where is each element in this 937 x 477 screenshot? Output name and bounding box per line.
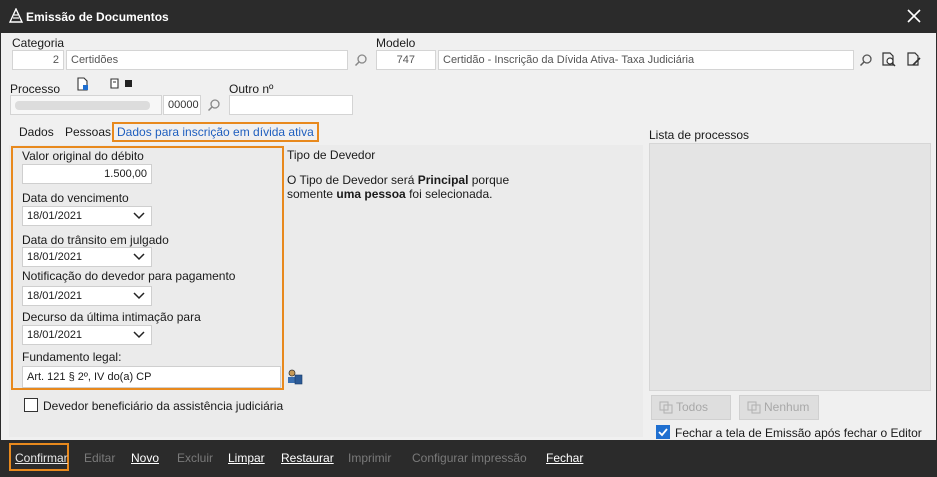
imprimir-button[interactable]: Imprimir xyxy=(348,451,391,465)
tipo-devedor-title: Tipo de Devedor xyxy=(287,148,376,162)
select-all-icon xyxy=(659,401,673,414)
search-icon[interactable] xyxy=(354,53,368,67)
processo-suffix-field[interactable]: 00000 xyxy=(163,95,201,115)
beneficiario-label: Devedor beneficiário da assistência judi… xyxy=(43,399,284,413)
fundamento-label: Fundamento legal: xyxy=(22,350,122,364)
fechar-editor-label: Fechar a tela de Emissão após fechar o E… xyxy=(675,426,922,440)
valor-original-label: Valor original do débito xyxy=(22,149,144,163)
novo-button[interactable]: Novo xyxy=(131,451,159,465)
data-vencimento-picker[interactable]: 18/01/2021 xyxy=(22,206,152,226)
data-transito-label: Data do trânsito em julgado xyxy=(22,233,169,247)
dialog-client-area: Categoria 2 Certidões Modelo 747 Certidã… xyxy=(1,33,936,440)
tipo-devedor-text: O Tipo de Devedor será xyxy=(287,173,418,187)
lista-processos-list[interactable] xyxy=(649,143,931,391)
search-icon[interactable] xyxy=(207,98,221,112)
document-search-icon[interactable] xyxy=(881,51,897,68)
categoria-name-field[interactable]: Certidões xyxy=(66,50,348,70)
tipo-devedor-text: somente xyxy=(287,187,337,201)
search-icon[interactable] xyxy=(859,53,873,67)
window-title: Emissão de Documentos xyxy=(26,10,169,24)
nenhum-button[interactable]: Nenhum xyxy=(739,395,819,420)
decurso-picker[interactable]: 18/01/2021 xyxy=(22,325,152,345)
decurso-value: 18/01/2021 xyxy=(27,329,83,341)
data-transito-value: 18/01/2021 xyxy=(27,251,83,263)
configurar-impressao-button[interactable]: Configurar impressão xyxy=(412,451,527,465)
select-none-icon xyxy=(747,401,761,414)
title-bar: Emissão de Documentos xyxy=(0,0,937,33)
beneficiario-checkbox[interactable] xyxy=(24,398,38,412)
tab-dados[interactable]: Dados xyxy=(19,125,54,139)
modelo-label: Modelo xyxy=(376,36,416,50)
tipo-devedor-text: foi selecionada. xyxy=(405,187,493,201)
tipo-devedor-text: porque xyxy=(468,173,510,187)
todos-button[interactable]: Todos xyxy=(651,395,731,420)
modelo-code-field[interactable]: 747 xyxy=(376,50,436,70)
close-icon[interactable] xyxy=(905,7,923,25)
data-transito-picker[interactable]: 18/01/2021 xyxy=(22,247,152,267)
limpar-button[interactable]: Limpar xyxy=(228,451,265,465)
chevron-down-icon[interactable] xyxy=(133,331,145,339)
tab-pessoas[interactable]: Pessoas xyxy=(65,125,111,139)
data-vencimento-value: 18/01/2021 xyxy=(27,210,83,222)
checkmark-icon xyxy=(658,428,668,437)
outro-numero-field[interactable] xyxy=(229,95,353,115)
process-search-icon[interactable] xyxy=(110,78,134,91)
fechar-button[interactable]: Fechar xyxy=(546,451,583,465)
fundamento-field[interactable]: Art. 121 § 2º, IV do(a) CP xyxy=(22,366,281,388)
notificacao-value: 18/01/2021 xyxy=(27,290,83,302)
decurso-label: Decurso da última intimação para xyxy=(22,310,201,324)
tipo-devedor-uma-pessoa: uma pessoa xyxy=(336,187,406,201)
processo-number-field[interactable] xyxy=(10,95,162,115)
excluir-button[interactable]: Excluir xyxy=(177,451,213,465)
app-logo-icon xyxy=(8,8,24,23)
tab-dados-divida-ativa[interactable]: Dados para inscrição em dívida ativa xyxy=(112,122,319,142)
categoria-label: Categoria xyxy=(12,36,65,50)
document-edit-icon[interactable] xyxy=(906,51,922,68)
modelo-name-field[interactable]: Certidão - Inscrição da Dívida Ativa- Ta… xyxy=(438,50,854,70)
tipo-devedor-line1: O Tipo de Devedor será Principal porque xyxy=(287,173,509,187)
categoria-code-field[interactable]: 2 xyxy=(12,50,64,70)
confirmar-button[interactable]: Confirmar xyxy=(15,451,68,465)
chevron-down-icon[interactable] xyxy=(133,212,145,220)
todos-label: Todos xyxy=(676,400,709,414)
tipo-devedor-principal: Principal xyxy=(417,173,469,187)
outro-numero-label: Outro nº xyxy=(229,82,274,96)
valor-original-field[interactable]: 1.500,00 xyxy=(22,164,152,184)
notificacao-label: Notificação do devedor para pagamento xyxy=(22,269,236,283)
nenhum-label: Nenhum xyxy=(764,400,810,414)
person-book-icon[interactable] xyxy=(286,369,303,385)
chevron-down-icon[interactable] xyxy=(133,292,145,300)
data-vencimento-label: Data do vencimento xyxy=(22,191,129,205)
notificacao-picker[interactable]: 18/01/2021 xyxy=(22,286,152,306)
process-document-icon[interactable] xyxy=(76,77,90,92)
fechar-editor-checkbox[interactable] xyxy=(656,425,670,439)
chevron-down-icon[interactable] xyxy=(133,253,145,261)
restaurar-button[interactable]: Restaurar xyxy=(281,451,334,465)
editar-button[interactable]: Editar xyxy=(84,451,115,465)
bottom-toolbar: Confirmar Editar Novo Excluir Limpar Res… xyxy=(0,440,937,477)
tipo-devedor-line2: somente uma pessoa foi selecionada. xyxy=(287,187,492,201)
lista-processos-title: Lista de processos xyxy=(649,128,750,142)
processo-label: Processo xyxy=(10,82,61,96)
